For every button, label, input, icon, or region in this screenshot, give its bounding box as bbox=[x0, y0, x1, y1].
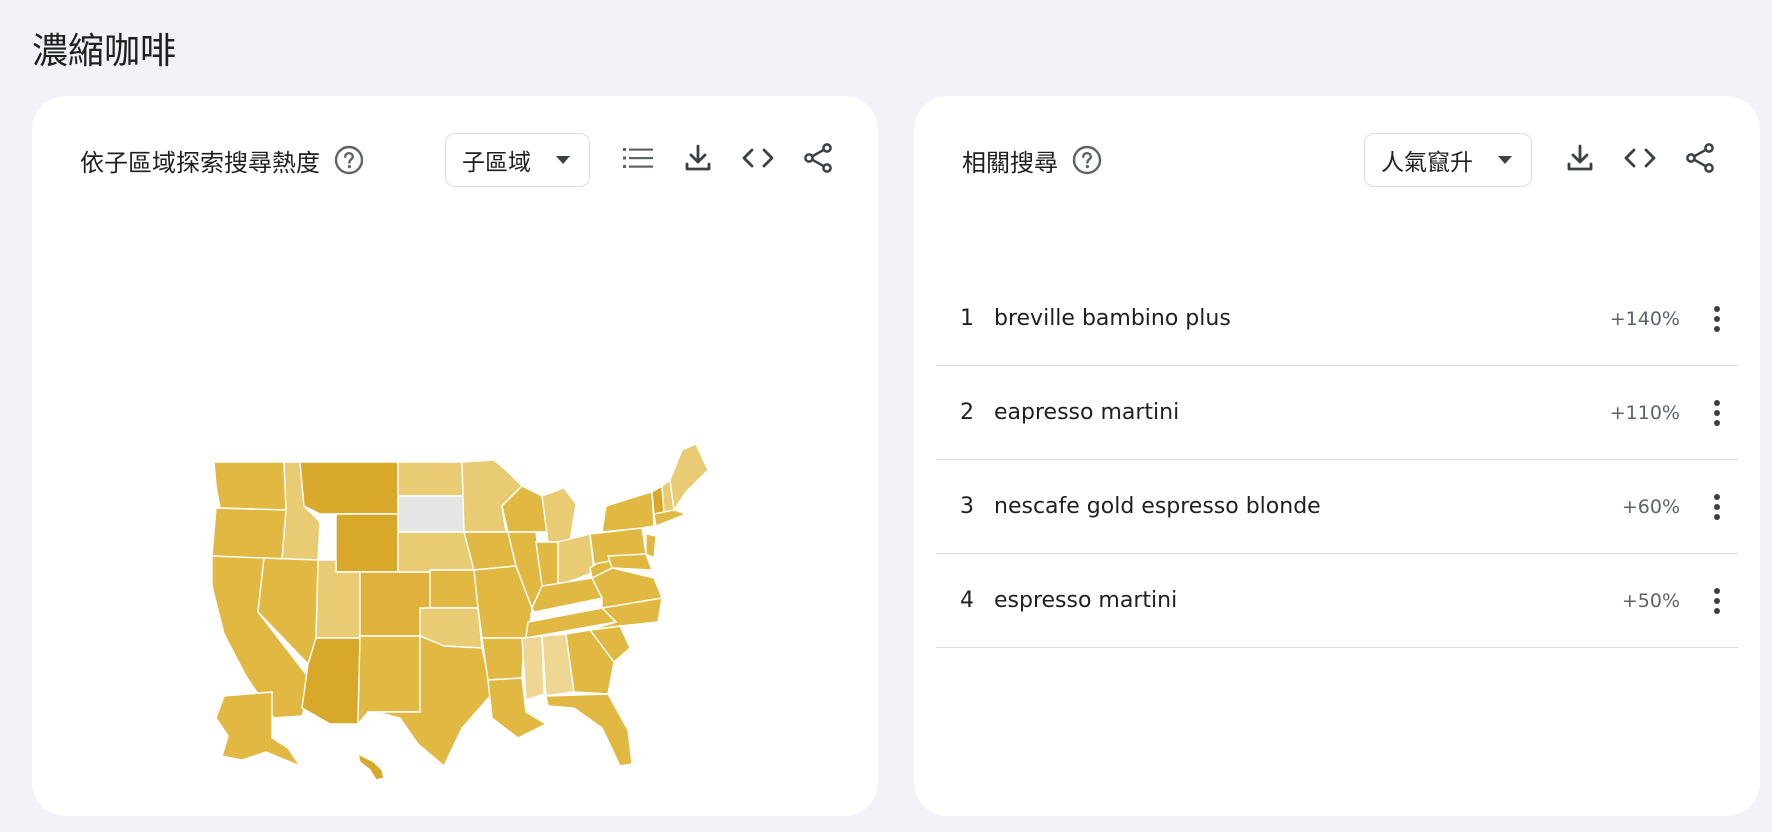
share-icon bbox=[803, 143, 833, 177]
map-region-washington bbox=[213, 461, 287, 511]
download-icon bbox=[685, 144, 711, 176]
us-choropleth-map[interactable] bbox=[162, 346, 782, 786]
more-vert-icon[interactable] bbox=[1702, 487, 1732, 527]
subregion-card-title: 依子區域探索搜尋熱度 bbox=[80, 148, 320, 177]
download-button[interactable] bbox=[1550, 132, 1610, 188]
map-region-massachusetts bbox=[653, 509, 689, 527]
query-text[interactable]: espresso martini bbox=[994, 588, 1622, 613]
query-growth: +140% bbox=[1609, 307, 1680, 330]
map-region-kansas bbox=[429, 569, 479, 609]
more-vert-icon[interactable] bbox=[1702, 299, 1732, 339]
map-region-south-dakota bbox=[397, 495, 465, 533]
related-queries-list: 1 breville bambino plus +140% 2 eapresso… bbox=[936, 272, 1738, 648]
query-growth: +60% bbox=[1621, 495, 1680, 518]
region-level-select[interactable]: 子區域 bbox=[445, 133, 590, 187]
query-rank: 1 bbox=[960, 306, 974, 331]
download-icon bbox=[1567, 144, 1593, 176]
map-region-arkansas bbox=[481, 637, 525, 681]
embed-button[interactable] bbox=[1610, 132, 1670, 188]
map-region-maryland bbox=[607, 553, 654, 571]
table-row[interactable]: 4 espresso martini +50% bbox=[936, 554, 1738, 648]
table-row[interactable]: 1 breville bambino plus +140% bbox=[936, 272, 1738, 366]
map-region-oregon bbox=[211, 507, 287, 561]
map-region-nebraska bbox=[397, 531, 475, 573]
subregion-card-header: 依子區域探索搜尋熱度 子區域 bbox=[32, 132, 878, 188]
map-region-maine bbox=[669, 443, 709, 512]
map-region-mississippi bbox=[521, 635, 545, 701]
share-button[interactable] bbox=[788, 132, 848, 188]
query-rank: 3 bbox=[960, 494, 974, 519]
map-region-michigan bbox=[541, 487, 577, 543]
query-type-select[interactable]: 人氣竄升 bbox=[1364, 133, 1532, 187]
embed-icon bbox=[742, 148, 774, 172]
map-region-iowa bbox=[463, 531, 517, 571]
embed-button[interactable] bbox=[728, 132, 788, 188]
download-button[interactable] bbox=[668, 132, 728, 188]
map-region-wyoming bbox=[335, 513, 399, 573]
list-icon bbox=[623, 147, 653, 173]
query-growth: +110% bbox=[1609, 401, 1680, 424]
subregion-interest-card: 依子區域探索搜尋熱度 子區域 bbox=[32, 96, 878, 816]
query-text[interactable]: nescafe gold espresso blonde bbox=[994, 494, 1622, 519]
more-vert-icon[interactable] bbox=[1702, 581, 1732, 621]
query-text[interactable]: eapresso martini bbox=[994, 400, 1610, 425]
page-title: 濃縮咖啡 bbox=[32, 31, 177, 72]
related-queries-card-title: 相關搜尋 bbox=[962, 148, 1058, 177]
table-row[interactable]: 2 eapresso martini +110% bbox=[936, 366, 1738, 460]
help-icon[interactable] bbox=[1072, 145, 1102, 175]
map-region-new-jersey bbox=[645, 533, 657, 560]
map-region-florida bbox=[545, 693, 633, 767]
region-level-select-value: 子區域 bbox=[462, 150, 531, 176]
query-type-select-value: 人氣竄升 bbox=[1381, 150, 1473, 176]
related-queries-card-header: 相關搜尋 人氣竄升 bbox=[914, 132, 1760, 188]
help-icon[interactable] bbox=[334, 145, 364, 175]
query-rank: 4 bbox=[960, 588, 974, 613]
map-region-north-dakota bbox=[397, 461, 465, 497]
caret-down-icon bbox=[553, 150, 573, 170]
share-icon bbox=[1685, 143, 1715, 177]
query-text[interactable]: breville bambino plus bbox=[994, 306, 1610, 331]
query-rank: 2 bbox=[960, 400, 974, 425]
more-vert-icon[interactable] bbox=[1702, 393, 1732, 433]
table-row[interactable]: 3 nescafe gold espresso blonde +60% bbox=[936, 460, 1738, 554]
query-growth: +50% bbox=[1621, 589, 1680, 612]
related-queries-card: 相關搜尋 人氣竄升 1 breville bambino plus +140% … bbox=[914, 96, 1760, 816]
map-region-hawaii bbox=[356, 752, 385, 781]
caret-down-icon bbox=[1495, 150, 1515, 170]
share-button[interactable] bbox=[1670, 132, 1730, 188]
map-region-new-york bbox=[601, 491, 655, 533]
list-view-button[interactable] bbox=[608, 132, 668, 188]
map-region-utah bbox=[315, 559, 361, 639]
map-region-new-mexico bbox=[357, 635, 421, 726]
embed-icon bbox=[1624, 148, 1656, 172]
map-region-montana bbox=[299, 461, 399, 515]
